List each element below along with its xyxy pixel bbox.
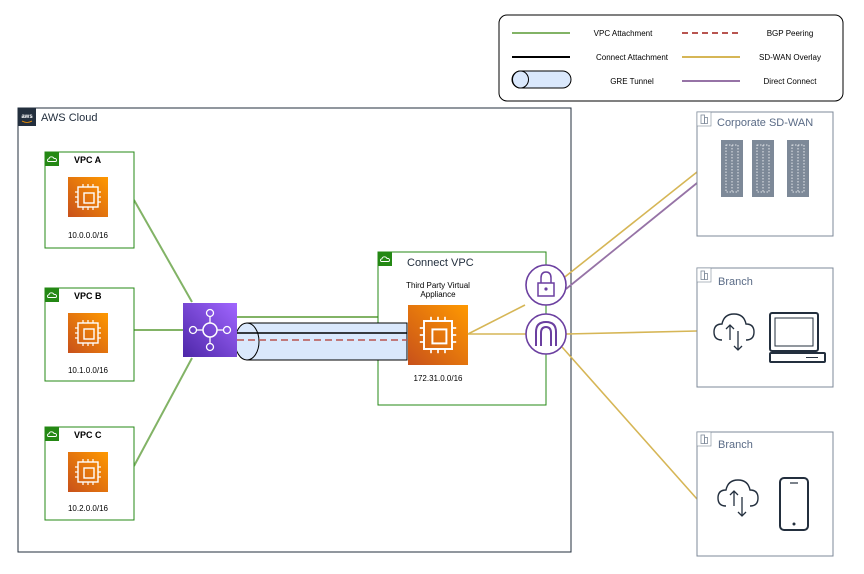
vpn-gateway-lock-icon [525, 264, 567, 306]
connect-vpc-label: Connect VPC [407, 257, 474, 269]
gre-tunnel [234, 322, 408, 361]
ec2-instance-icon [68, 313, 108, 353]
transit-gateway-icon [183, 303, 237, 357]
corporate-sdwan: Corporate SD-WAN [696, 111, 834, 237]
vpc-cloud-icon [44, 151, 60, 167]
direct-connect-gateway-icon [525, 313, 567, 355]
direct-connect-gateway [525, 313, 567, 355]
appliance-label-line2: Appliance [420, 290, 456, 299]
ec2-instance-icon [408, 305, 468, 365]
vpn-gateway [525, 264, 567, 306]
legend-gre-tunnel-label: GRE Tunnel [610, 77, 654, 86]
vpc-b: VPC B 10.1.0.0/16 [44, 287, 135, 382]
vpc-b-cidr: 10.1.0.0/16 [68, 366, 109, 375]
building-icon [696, 111, 712, 127]
legend-vpc-attachment-label: VPC Attachment [594, 29, 653, 38]
branch-2: Branch [696, 431, 834, 557]
aws-cloud-label: AWS Cloud [41, 112, 97, 124]
appliance-label-line1: Third Party Virtual [406, 281, 470, 290]
vpc-c: VPC C 10.2.0.0/16 [44, 426, 135, 521]
connect-vpc-cidr: 172.31.0.0/16 [414, 374, 463, 383]
architecture-diagram: VPC Attachment BGP Peering Connect Attac… [17, 14, 844, 557]
direct-connect-line [565, 182, 698, 290]
vpc-b-name: VPC B [74, 291, 102, 301]
branch-1: Branch [696, 267, 834, 388]
building-icon [696, 267, 712, 283]
vpc-c-cidr: 10.2.0.0/16 [68, 504, 109, 513]
ec2-instance-icon [68, 452, 108, 492]
legend-direct-connect-label: Direct Connect [764, 77, 818, 86]
transit-gateway [183, 303, 237, 357]
sdwan-overlay-line [565, 330, 698, 335]
aws-logo-text: aws [21, 114, 33, 120]
legend-sdwan-overlay-label: SD-WAN Overlay [759, 53, 821, 62]
vpc-cloud-icon [44, 287, 60, 303]
legend: VPC Attachment BGP Peering Connect Attac… [498, 14, 844, 102]
vpc-a-name: VPC A [74, 155, 102, 165]
legend-connect-attachment-label: Connect Attachment [596, 53, 669, 62]
branch-2-label: Branch [718, 439, 753, 451]
ec2-instance-icon [68, 177, 108, 217]
vpc-c-name: VPC C [74, 430, 102, 440]
office-buildings-icon [721, 140, 809, 197]
corporate-sdwan-label: Corporate SD-WAN [717, 117, 813, 129]
vpc-a: VPC A 10.0.0.0/16 [44, 151, 135, 249]
vpc-cloud-icon [44, 426, 60, 442]
branch-1-label: Branch [718, 276, 753, 288]
sdwan-overlay-line [561, 346, 698, 500]
legend-bgp-peering-label: BGP Peering [767, 29, 814, 38]
building-icon [696, 431, 712, 447]
vpc-a-cidr: 10.0.0.0/16 [68, 231, 109, 240]
vpc-cloud-icon [377, 251, 393, 267]
sdwan-overlay-line [560, 171, 698, 281]
